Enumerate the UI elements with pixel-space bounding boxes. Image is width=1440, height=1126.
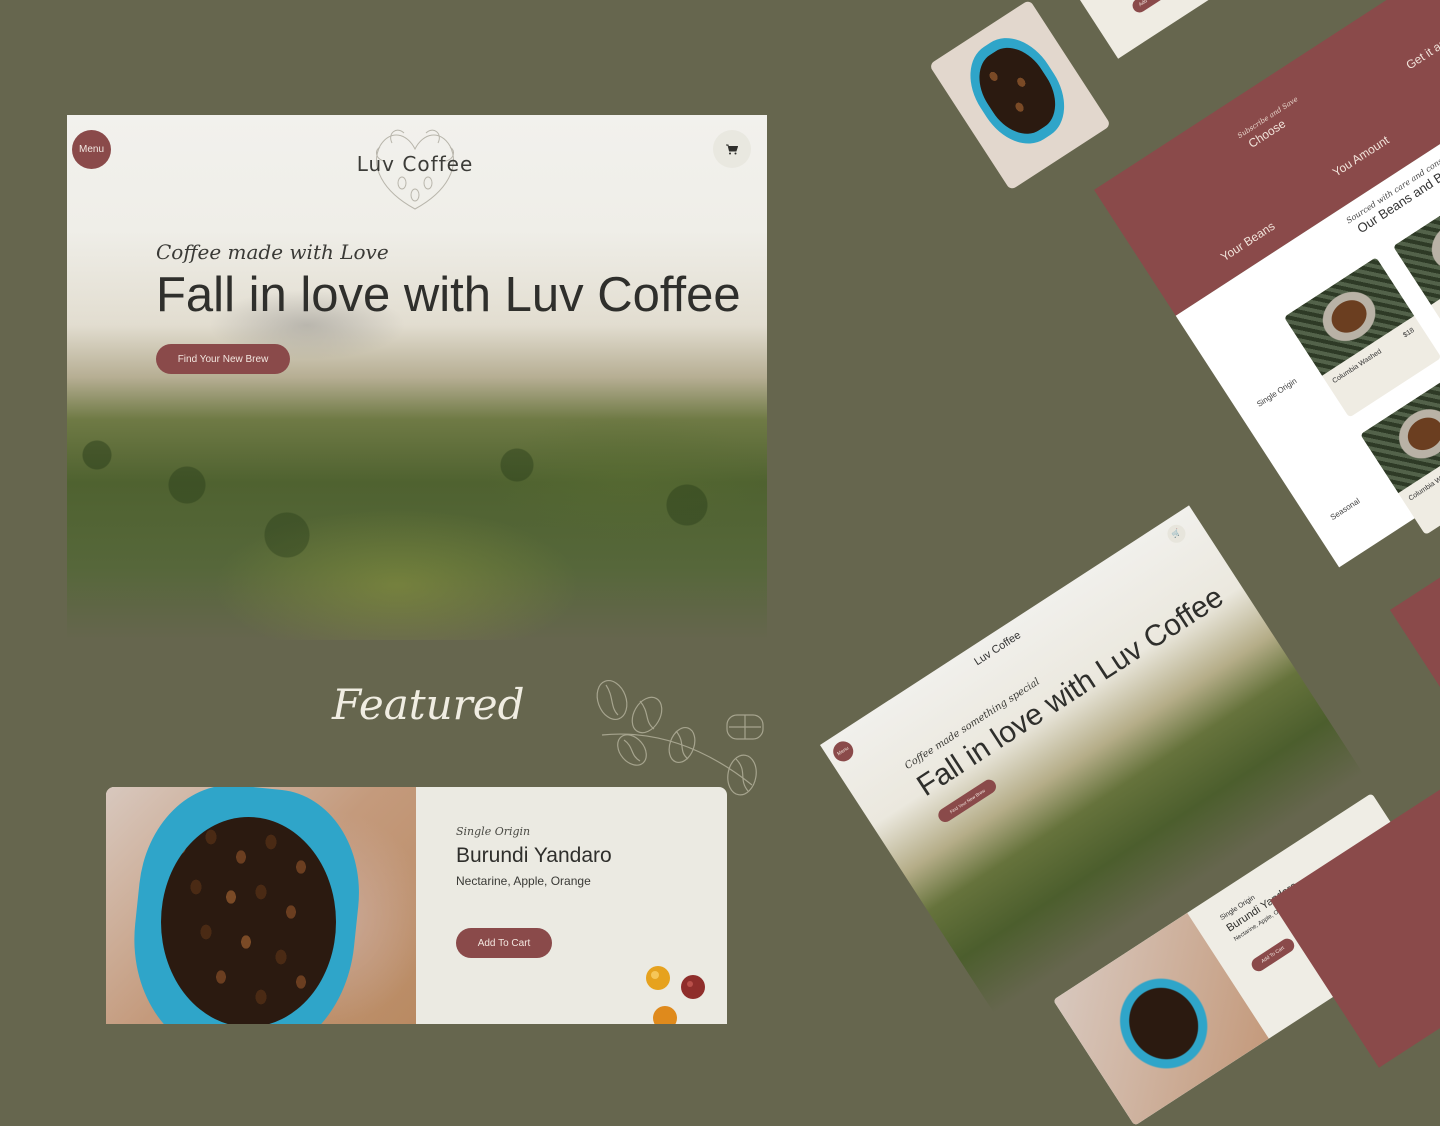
collage-subscribe-page: Subscribe and Save Choose Your Beans You… — [1040, 0, 1440, 568]
step-enjoy: Get it and Enjoy — [1403, 14, 1440, 73]
hero-headline: Fall in love with Luv Coffee — [156, 268, 741, 322]
product-info: Single Origin Burundi Yandaro Nectarine,… — [456, 825, 612, 888]
group-seasonal: Seasonal — [1328, 496, 1362, 523]
collage-red-edge — [1390, 566, 1440, 711]
coffee-beans — [161, 817, 336, 1024]
collage-add-to-cart-button[interactable]: Add To Cart — [1249, 935, 1297, 974]
product-notes: Nectarine, Apple, Orange — [456, 874, 591, 888]
cart-button[interactable] — [713, 130, 751, 168]
coffee-bean-illustration-icon — [596, 680, 764, 796]
featured-product-card: Single Origin Burundi Yandaro Nectarine,… — [106, 787, 727, 1024]
add-to-cart-button[interactable]: Add To Cart — [456, 928, 552, 958]
hero-landscape-image — [67, 395, 767, 640]
fruit-illustration-icon — [646, 966, 705, 1024]
bean-card-price: $18 — [1402, 326, 1416, 340]
brand-name: Luv Coffee — [356, 151, 474, 176]
brand-logo[interactable]: Luv Coffee — [345, 121, 485, 216]
main-frame: Menu Luv Coffee Coffee made with Love Fa… — [67, 115, 767, 1024]
cart-icon — [726, 144, 738, 154]
hero-section: Menu Luv Coffee Coffee made with Love Fa… — [67, 115, 767, 640]
hero-tagline: Coffee made with Love — [156, 240, 389, 264]
featured-heading: Featured — [332, 680, 525, 729]
product-photo — [106, 787, 416, 1024]
step-amount: You Amount — [1330, 132, 1392, 180]
find-brew-button[interactable]: Find Your New Brew — [156, 344, 290, 374]
menu-button[interactable]: Menu — [72, 130, 111, 169]
product-origin: Single Origin — [456, 825, 531, 838]
cart-icon: 🛒 — [1171, 528, 1183, 540]
bean-card-photo — [1283, 257, 1415, 376]
group-single-origin: Single Origin — [1255, 376, 1299, 409]
product-name: Burundi Yandaro — [456, 844, 612, 867]
